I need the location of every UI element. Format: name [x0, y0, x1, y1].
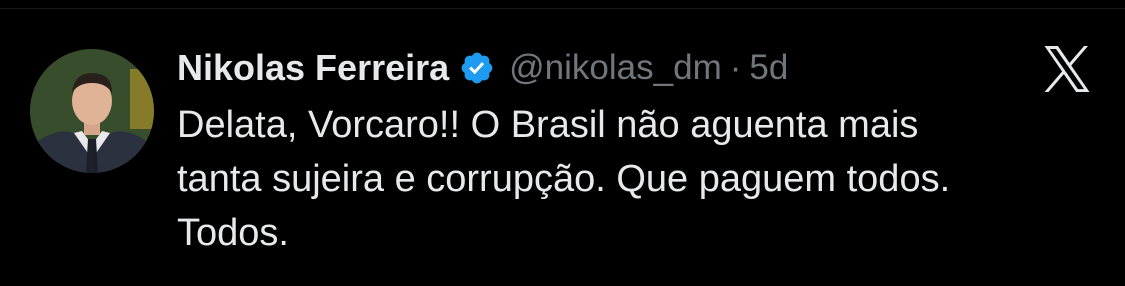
- separator-dot: ·: [729, 48, 742, 87]
- tweet-line: Todos.: [177, 212, 289, 254]
- author-name[interactable]: Nikolas Ferreira: [177, 47, 449, 89]
- timestamp[interactable]: 5d: [749, 48, 788, 88]
- avatar-photo: [30, 49, 154, 173]
- x-logo-icon[interactable]: [1042, 46, 1092, 92]
- divider: [0, 8, 1125, 9]
- tweet-header: Nikolas Ferreira @nikolas_dm · 5d: [177, 44, 788, 92]
- verified-badge-icon: [459, 50, 495, 86]
- tweet-line: tanta sujeira e corrupção. Que paguem to…: [177, 158, 951, 200]
- author-handle[interactable]: @nikolas_dm: [509, 48, 722, 88]
- tweet-line: Delata, Vorcaro!! O Brasil não aguenta m…: [177, 104, 919, 146]
- avatar[interactable]: [30, 49, 154, 173]
- tweet-card[interactable]: Nikolas Ferreira @nikolas_dm · 5d Delata…: [0, 0, 1125, 286]
- tweet-text: Delata, Vorcaro!! O Brasil não aguenta m…: [177, 98, 1077, 260]
